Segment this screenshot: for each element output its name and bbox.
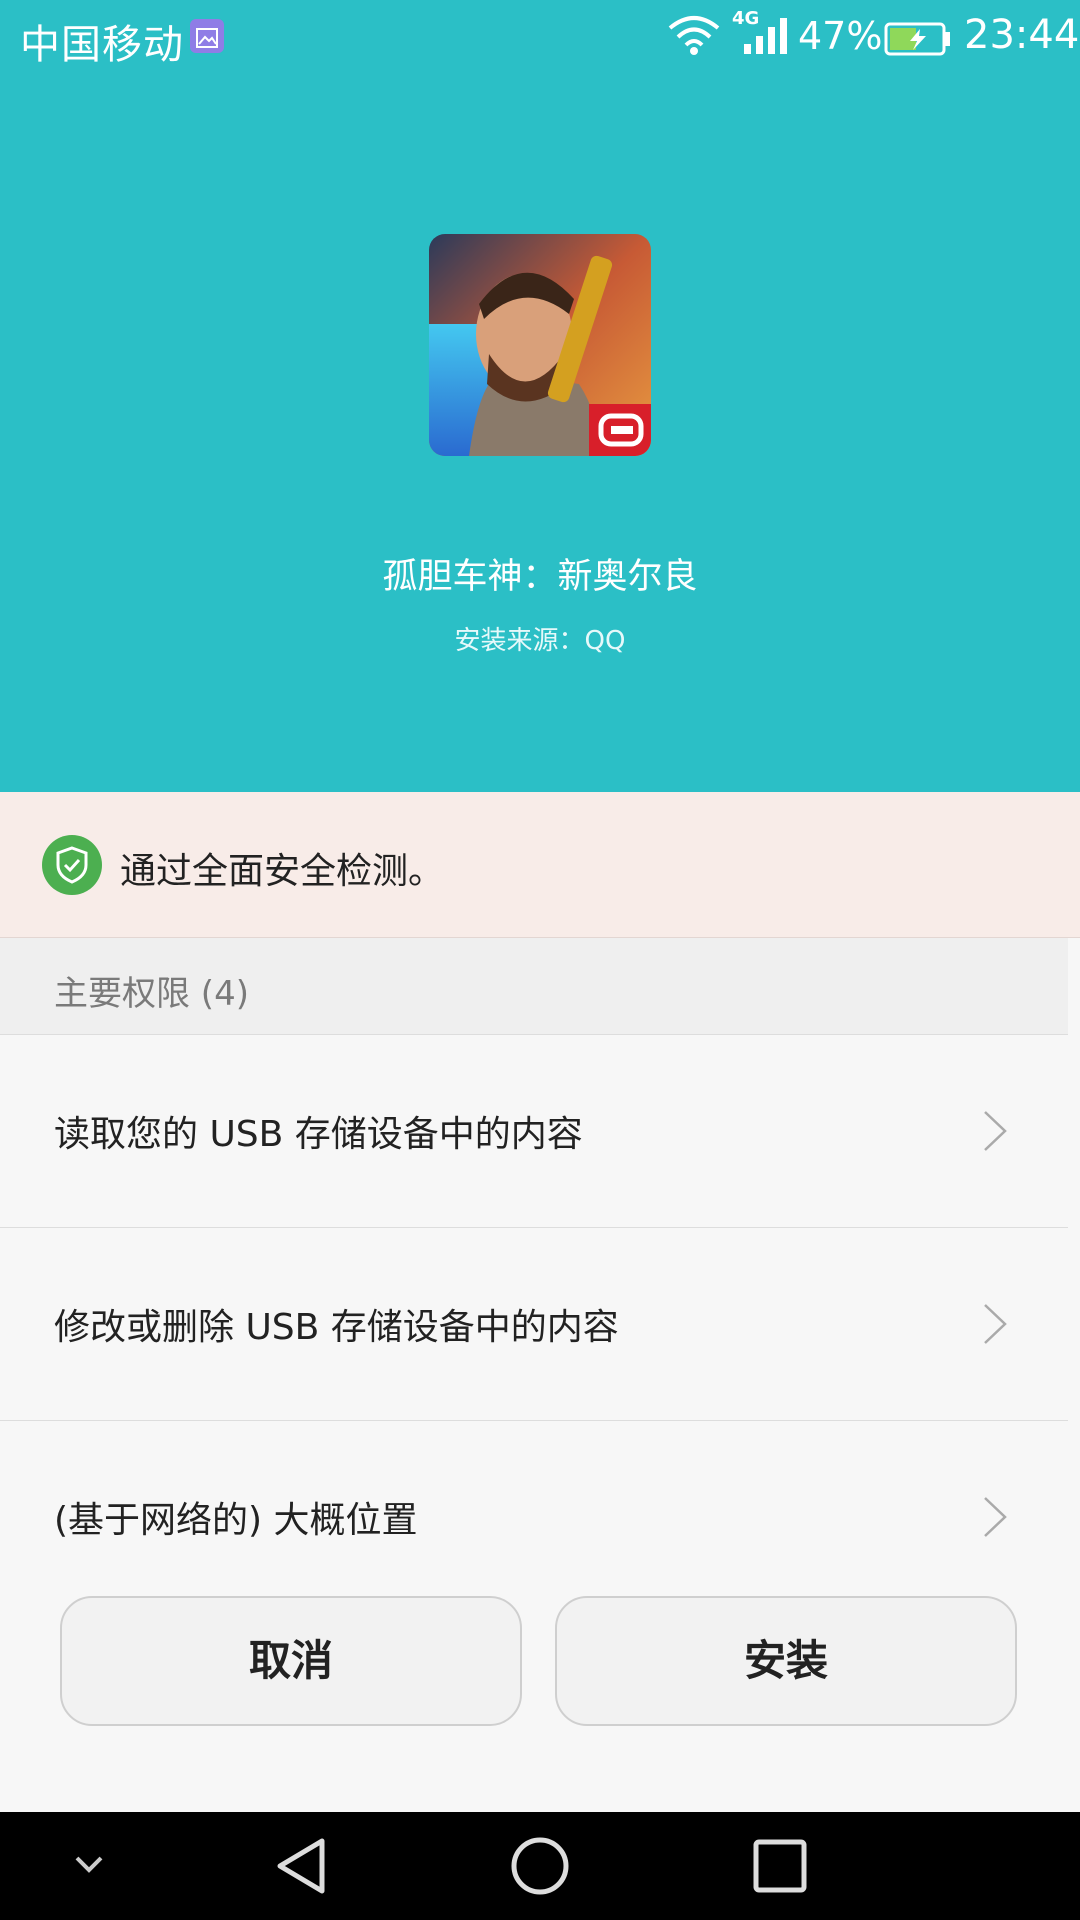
permission-label: 修改或删除 USB 存储设备中的内容	[54, 1307, 619, 1348]
install-source: 安装来源：QQ	[454, 626, 626, 656]
battery-charging-icon	[884, 20, 952, 66]
shield-check-icon	[42, 835, 102, 899]
chevron-right-icon	[982, 1109, 1008, 1157]
collapse-icon[interactable]	[72, 1852, 106, 1876]
app-name: 孤胆车神：新奥尔良	[382, 557, 698, 597]
permissions-header: 主要权限 (4)	[0, 938, 1068, 1035]
clock: 23:44	[964, 12, 1080, 58]
chevron-right-icon	[982, 1302, 1008, 1350]
chevron-right-icon	[982, 1495, 1008, 1543]
status-bar: 中国移动 4G 47% 23:44	[0, 0, 1080, 72]
wifi-icon	[666, 12, 722, 66]
permission-item-read-usb[interactable]: 读取您的 USB 存储设备中的内容	[0, 1035, 1068, 1228]
permission-label: (基于网络的) 大概位置	[54, 1500, 418, 1541]
home-icon[interactable]	[510, 1836, 570, 1896]
security-banner: 通过全面安全检测。	[0, 792, 1080, 938]
app-header: 中国移动 4G 47% 23:44 孤胆车神：新奥尔良 安装来源：QQ	[0, 0, 1080, 792]
recents-icon[interactable]	[752, 1838, 808, 1894]
cancel-button[interactable]: 取消	[60, 1596, 522, 1726]
permission-item-location[interactable]: (基于网络的) 大概位置	[0, 1421, 1068, 1613]
permission-item-modify-usb[interactable]: 修改或删除 USB 存储设备中的内容	[0, 1228, 1068, 1421]
permission-label: 读取您的 USB 存储设备中的内容	[54, 1114, 583, 1155]
back-icon[interactable]	[272, 1836, 328, 1896]
navigation-bar	[0, 1812, 1080, 1920]
gallery-notification-icon	[190, 19, 224, 53]
signal-icon	[742, 16, 790, 66]
battery-percent: 47%	[798, 14, 883, 58]
carrier-name: 中国移动	[20, 22, 184, 68]
security-message: 通过全面安全检测。	[120, 851, 445, 892]
game-icon	[429, 234, 651, 456]
install-button[interactable]: 安装	[555, 1596, 1017, 1726]
permissions-header-label: 主要权限 (4)	[54, 974, 249, 1014]
